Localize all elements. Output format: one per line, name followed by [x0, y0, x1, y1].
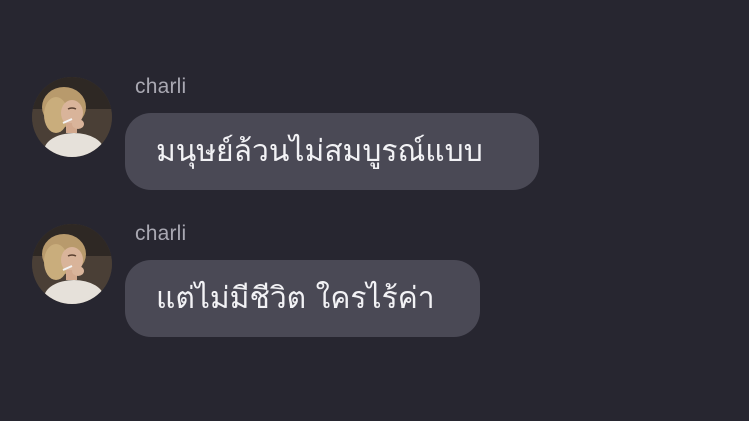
avatar[interactable]	[32, 224, 112, 304]
avatar[interactable]	[32, 77, 112, 157]
sender-name: charli	[135, 75, 187, 98]
message-bubble[interactable]: แต่ไม่มีชีวิต ใครไร้ค่า	[125, 260, 480, 337]
sender-name: charli	[135, 222, 187, 245]
profile-photo	[32, 77, 112, 157]
chat-thread: charli มนุษย์ล้วนไม่สมบูรณ์แบบ charli แต…	[0, 0, 749, 421]
message-text: มนุษย์ล้วนไม่สมบูรณ์แบบ	[156, 133, 483, 169]
message-bubble[interactable]: มนุษย์ล้วนไม่สมบูรณ์แบบ	[125, 113, 539, 190]
profile-photo	[32, 224, 112, 304]
message-text: แต่ไม่มีชีวิต ใครไร้ค่า	[156, 280, 435, 316]
